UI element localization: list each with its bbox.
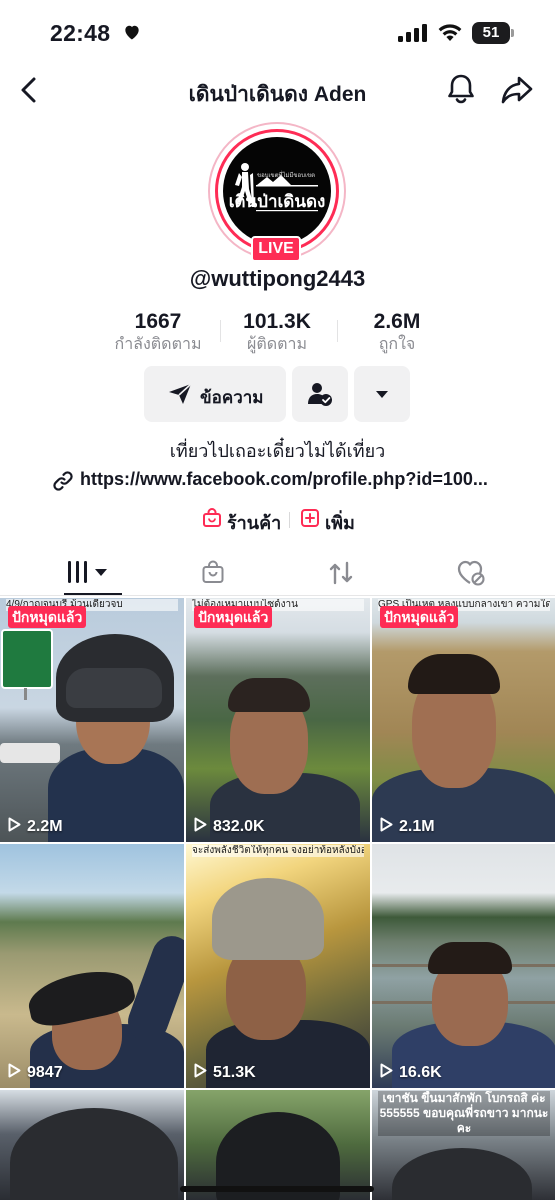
tab-shop[interactable] <box>143 548 281 596</box>
active-tab-indicator <box>64 593 122 595</box>
add-box-icon <box>301 509 319 527</box>
tab-liked[interactable] <box>404 548 542 596</box>
live-badge[interactable]: LIVE <box>251 236 301 262</box>
more-options-button[interactable] <box>354 366 410 422</box>
send-icon <box>169 383 192 404</box>
shop-label: ร้านค้า <box>227 513 282 533</box>
view-count-text: 832.0K <box>213 818 265 835</box>
likes-count: 2.6M <box>373 310 421 333</box>
pinned-badge: ปักหมุดแล้ว <box>380 606 459 628</box>
shop-bag-icon <box>203 508 221 527</box>
cellular-signal-icon <box>398 24 427 42</box>
profile-link-text: https://www.facebook.com/profile.php?id=… <box>80 469 488 489</box>
bio-text: เที่ยวไปเถอะเดี๋ยวไม่ได้เที่ยว <box>169 441 386 461</box>
video-grid: 4/9/กาญจนบุรี ม้วนเดียวจบ ปักหมุดแล้ว 2.… <box>0 598 555 1200</box>
status-bar: 22:48 51 <box>0 0 555 66</box>
play-icon <box>380 817 393 832</box>
profile-header: เดินป่าเดินดง Aden <box>0 66 555 114</box>
link-icon <box>53 471 73 491</box>
stat-divider <box>220 320 221 342</box>
play-icon <box>8 817 21 832</box>
status-time: 22:48 <box>50 20 111 46</box>
video-thumbnail[interactable]: 16.6K <box>372 844 555 1088</box>
video-thumbnail[interactable]: ไม่ต้องเหมาแบบไซด์งาน ปักหมุดแล้ว 832.0K <box>186 598 370 842</box>
helmet-image <box>392 1148 532 1200</box>
video-thumbnail[interactable]: 9847 <box>0 844 184 1088</box>
car-image <box>0 743 60 763</box>
user-check-icon <box>308 383 332 406</box>
following-status-button[interactable] <box>292 366 348 422</box>
stat-divider <box>337 320 338 342</box>
stat-followers[interactable]: 101.3K ผู้ติดตาม <box>222 310 332 356</box>
tab-reposts[interactable] <box>273 548 411 596</box>
person-hair <box>228 678 310 712</box>
battery-indicator: 51 <box>472 22 514 44</box>
content-tabs <box>0 548 555 596</box>
shop-bag-icon <box>202 560 224 583</box>
username: @wuttipong2443 <box>189 266 366 291</box>
pinned-badge: ปักหมุดแล้ว <box>8 606 87 628</box>
video-thumbnail[interactable]: GPS เป็นเหตุ หลงแบบกลางเขา ความใดใด ปักห… <box>372 598 555 842</box>
share-icon[interactable] <box>500 72 534 106</box>
helmet-image <box>10 1108 178 1200</box>
video-thumbnail[interactable] <box>186 1090 370 1200</box>
wifi-icon <box>438 24 462 41</box>
video-thumbnail[interactable]: จะส่งพลังชีวิตให้ทุกคน จงอย่าท้อหลังบังอ… <box>186 844 370 1088</box>
add-label: เพิ่ม <box>325 513 355 533</box>
message-label: ข้อความ <box>200 388 264 407</box>
add-shortcut[interactable]: เพิ่ม <box>300 506 360 533</box>
video-thumbnail[interactable] <box>0 1090 184 1200</box>
liked-hidden-icon <box>457 560 485 586</box>
battery-cap <box>511 29 514 37</box>
following-count: 1667 <box>134 310 182 333</box>
battery-level: 51 <box>472 22 510 44</box>
play-icon <box>8 1063 21 1078</box>
view-count: 832.0K <box>194 816 265 836</box>
helmet-visor <box>66 668 162 708</box>
view-count-text: 2.1M <box>399 818 435 835</box>
caret-down-icon <box>376 391 388 398</box>
view-count: 9847 <box>8 1062 63 1082</box>
view-count: 2.1M <box>380 816 435 836</box>
pinned-badge: ปักหมุดแล้ว <box>194 606 273 628</box>
view-count-text: 9847 <box>27 1064 63 1081</box>
helmet-image <box>212 878 324 960</box>
view-count-text: 16.6K <box>399 1064 442 1081</box>
heart-icon <box>125 25 139 40</box>
view-count: 51.3K <box>194 1062 256 1082</box>
home-indicator[interactable] <box>180 1186 374 1192</box>
avatar-image: ขอบเขตที่ไม่มีขอบเขต เดินป่าเดินดง <box>223 137 331 245</box>
avatar-logo-text: เดินป่าเดินดง <box>228 192 326 211</box>
video-caption: เขาชัน ขึ้นมาสักพัก โบกรถสิ ค่ะ 555555 ข… <box>378 1091 550 1136</box>
video-thumbnail[interactable]: เขาชัน ขึ้นมาสักพัก โบกรถสิ ค่ะ 555555 ข… <box>372 1090 555 1200</box>
play-icon <box>194 1063 207 1078</box>
view-count-text: 2.2M <box>27 818 63 835</box>
road-sign-image <box>1 629 53 700</box>
bell-icon[interactable] <box>444 72 478 106</box>
person-hair <box>428 942 512 974</box>
stat-following[interactable]: 1667 กำลังติดตาม <box>103 310 213 356</box>
view-count: 2.2M <box>8 816 63 836</box>
shop-link[interactable]: ร้านค้า <box>202 506 282 533</box>
avatar-small-text: ขอบเขตที่ไม่มีขอบเขต <box>256 173 315 179</box>
following-label: กำลังติดตาม <box>114 336 202 353</box>
shortcut-divider <box>289 512 290 528</box>
followers-count: 101.3K <box>243 310 311 333</box>
play-icon <box>380 1063 393 1078</box>
view-count: 16.6K <box>380 1062 442 1082</box>
person-hair <box>408 654 500 694</box>
video-thumbnail[interactable]: 4/9/กาญจนบุรี ม้วนเดียวจบ ปักหมุดแล้ว 2.… <box>0 598 184 842</box>
repost-icon <box>329 561 353 585</box>
stat-likes[interactable]: 2.6M ถูกใจ <box>342 310 452 356</box>
tab-videos[interactable] <box>12 548 150 596</box>
videos-grid-icon <box>68 561 107 583</box>
likes-label: ถูกใจ <box>378 336 416 353</box>
video-caption: จะส่งพลังชีวิตให้ทุกคน จงอย่าท้อหลังบังอ… <box>192 845 364 857</box>
play-icon <box>194 817 207 832</box>
view-count-text: 51.3K <box>213 1064 256 1081</box>
followers-label: ผู้ติดตาม <box>246 336 308 353</box>
message-button[interactable]: ข้อความ <box>144 366 286 422</box>
